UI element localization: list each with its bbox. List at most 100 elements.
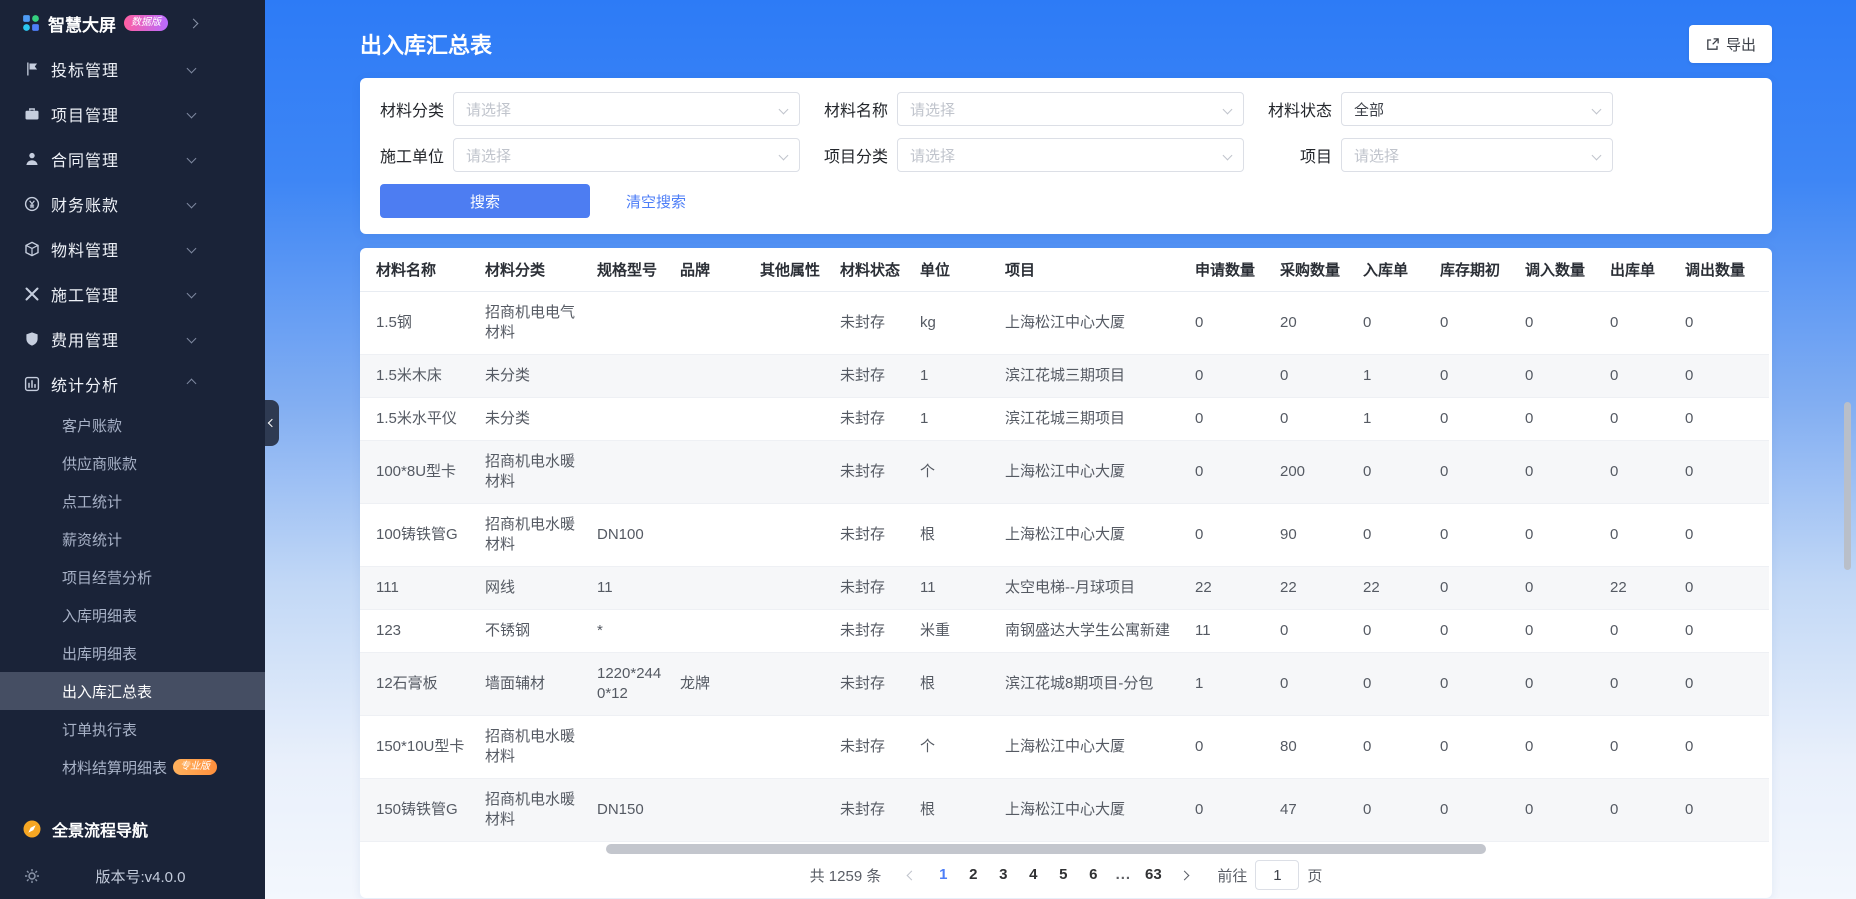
table-cell <box>760 504 840 567</box>
column-header: 采购数量 <box>1280 248 1363 292</box>
table-row[interactable]: 100*8U型卡招商机电水暖材料未封存个上海松江中心大厦020000000 <box>360 441 1769 504</box>
sidebar-item-construction[interactable]: 施工管理 <box>0 271 265 316</box>
construction-unit-select[interactable]: 请选择 <box>453 138 800 172</box>
page-button[interactable]: 6 <box>1078 860 1108 890</box>
table-row[interactable]: 111网线11未封存11太空电梯--月球项目22222200220 <box>360 567 1769 610</box>
contract-icon <box>24 151 40 167</box>
pagination: 共 1259 条 123456...63 前往 页 <box>360 854 1772 896</box>
table-cell: 11 <box>920 567 1005 610</box>
sidebar-item-contract[interactable]: 合同管理 <box>0 136 265 181</box>
prev-page-button[interactable] <box>899 872 924 879</box>
table-cell: 0 <box>1363 610 1440 653</box>
table-cell: 南钢盛达大学生公寓新建 <box>1005 610 1195 653</box>
sidebar-subitem[interactable]: 出入库汇总表 <box>0 672 265 710</box>
chevron-up-icon <box>187 379 197 389</box>
table-cell: 22 <box>1363 567 1440 610</box>
chevron-right-icon <box>1180 870 1190 880</box>
sidebar-item-flow-navigation[interactable]: 全景流程导航 <box>0 805 265 853</box>
sidebar-subitem[interactable]: 客户账款 <box>0 406 265 444</box>
export-button[interactable]: 导出 <box>1689 25 1772 63</box>
sidebar-subitem[interactable]: 入库明细表 <box>0 596 265 634</box>
table-cell <box>680 292 760 355</box>
table-cell: 上海松江中心大厦 <box>1005 292 1195 355</box>
table-cell: DN100 <box>597 504 680 567</box>
table-cell: 滨江花城8期项目-分包 <box>1005 653 1195 716</box>
sidebar-subitem[interactable]: 供应商账款 <box>0 444 265 482</box>
material-status-select[interactable]: 全部 <box>1341 92 1613 126</box>
sidebar-subitem[interactable]: 项目经营分析 <box>0 558 265 596</box>
menu-item-label: 施工管理 <box>51 282 177 306</box>
sidebar-menu: 投标管理项目管理合同管理财务账款物料管理施工管理费用管理统计分析 <box>0 46 265 406</box>
filter-label: 项目分类 <box>824 143 888 167</box>
table-row[interactable]: 12石膏板墙面辅材1220*2440*12龙牌未封存根滨江花城8期项目-分包10… <box>360 653 1769 716</box>
sidebar-item-material[interactable]: 物料管理 <box>0 226 265 271</box>
sidebar-item-project[interactable]: 项目管理 <box>0 91 265 136</box>
table-row[interactable]: 1.5米木床未分类未封存1滨江花城三期项目0010000 <box>360 355 1769 398</box>
table-cell: 0 <box>1685 398 1769 441</box>
table-cell: 111 <box>360 567 485 610</box>
table-cell: 米重 <box>920 610 1005 653</box>
table-cell: 龙牌 <box>680 653 760 716</box>
table-cell: 墙面辅材 <box>485 653 597 716</box>
page-button[interactable]: 63 <box>1138 860 1168 890</box>
bid-icon <box>24 61 40 77</box>
table-cell: 0 <box>1440 355 1525 398</box>
sidebar-collapse-handle[interactable] <box>265 400 279 446</box>
page-button[interactable]: 3 <box>988 860 1018 890</box>
material-category-select[interactable]: 请选择 <box>453 92 800 126</box>
sidebar-item-stats[interactable]: 统计分析 <box>0 361 265 406</box>
next-page-button[interactable] <box>1172 872 1197 879</box>
sidebar-subitem[interactable]: 材料结算明细表专业版 <box>0 748 265 786</box>
column-header: 入库单 <box>1363 248 1440 292</box>
horizontal-scrollbar-thumb[interactable] <box>606 844 1486 854</box>
menu-item-label: 投标管理 <box>51 57 177 81</box>
column-header: 其他属性 <box>760 248 840 292</box>
sidebar-brand[interactable]: 智慧大屏 数据版 <box>0 0 265 46</box>
material-name-select[interactable]: 请选择 <box>897 92 1244 126</box>
page-button[interactable]: 1 <box>928 860 958 890</box>
table-row[interactable]: 1.5米水平仪未分类未封存1滨江花城三期项目0010000 <box>360 398 1769 441</box>
gear-icon[interactable] <box>24 868 40 884</box>
column-header: 调入数量 <box>1525 248 1610 292</box>
subitem-label: 出入库汇总表 <box>62 681 152 702</box>
table-row[interactable]: 1.5钢招商机电电气材料未封存kg上海松江中心大厦02000000 <box>360 292 1769 355</box>
sidebar-subitem[interactable]: 点工统计 <box>0 482 265 520</box>
table-row[interactable]: 150铸铁管G招商机电水暖材料DN150未封存根上海松江中心大厦04700000 <box>360 779 1769 842</box>
inout-summary-table: 材料名称材料分类规格型号品牌其他属性材料状态单位项目申请数量采购数量入库单库存期… <box>360 248 1769 842</box>
sidebar-item-expense[interactable]: 费用管理 <box>0 316 265 361</box>
goto-page: 前往 页 <box>1217 860 1322 890</box>
sidebar-item-finance[interactable]: 财务账款 <box>0 181 265 226</box>
table-cell: 0 <box>1195 504 1280 567</box>
sidebar-subitem[interactable]: 薪资统计 <box>0 520 265 558</box>
goto-page-input[interactable] <box>1255 860 1299 890</box>
goto-suffix-label: 页 <box>1307 865 1322 886</box>
table-cell: 1 <box>1363 398 1440 441</box>
table-cell: 0 <box>1685 504 1769 567</box>
filter-field: 施工单位请选择 <box>380 138 800 172</box>
page-button[interactable]: 5 <box>1048 860 1078 890</box>
clear-search-link[interactable]: 清空搜索 <box>626 191 686 212</box>
table-row[interactable]: 150*10U型卡招商机电水暖材料未封存个上海松江中心大厦08000000 <box>360 716 1769 779</box>
table-cell: 未封存 <box>840 355 920 398</box>
sidebar-subitem[interactable]: 订单执行表 <box>0 710 265 748</box>
page-button[interactable]: 4 <box>1018 860 1048 890</box>
sidebar-subitem[interactable]: 出库明细表 <box>0 634 265 672</box>
table-cell: 上海松江中心大厦 <box>1005 441 1195 504</box>
pagination-more[interactable]: ... <box>1108 860 1138 890</box>
search-button[interactable]: 搜索 <box>380 184 590 218</box>
construction-icon <box>24 286 40 302</box>
page-button[interactable]: 2 <box>958 860 988 890</box>
table-cell: 个 <box>920 441 1005 504</box>
project-select[interactable]: 请选择 <box>1341 138 1613 172</box>
table-cell: 1.5钢 <box>360 292 485 355</box>
table-cell: 0 <box>1440 716 1525 779</box>
vertical-scrollbar-thumb[interactable] <box>1844 402 1851 570</box>
flow-nav-label: 全景流程导航 <box>52 817 148 841</box>
table-row[interactable]: 123不锈钢*未封存米重南钢盛达大学生公寓新建11000000 <box>360 610 1769 653</box>
table-row[interactable]: 100铸铁管G招商机电水暖材料DN100未封存根上海松江中心大厦09000000 <box>360 504 1769 567</box>
subitem-label: 出库明细表 <box>62 643 137 664</box>
project-category-select[interactable]: 请选择 <box>897 138 1244 172</box>
filter-panel: 材料分类请选择材料名称请选择材料状态全部施工单位请选择项目分类请选择项目请选择 … <box>360 78 1772 234</box>
subitem-label: 订单执行表 <box>62 719 137 740</box>
sidebar-item-bid[interactable]: 投标管理 <box>0 46 265 91</box>
